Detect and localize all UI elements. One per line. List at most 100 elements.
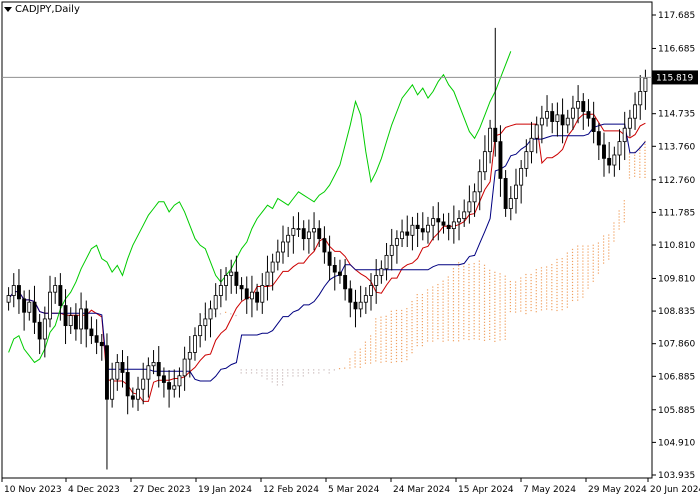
- candle-body-bear: [327, 251, 332, 266]
- cloud-dot: [540, 285, 543, 287]
- candle-body-bull: [172, 385, 177, 390]
- chart-svg[interactable]: 117.685116.685115.710114.735113.760112.7…: [0, 0, 700, 500]
- cloud-dot: [582, 278, 584, 280]
- cloud-dot: [370, 335, 372, 337]
- cloud-dot: [395, 330, 398, 333]
- cloud-dot: [406, 356, 408, 358]
- candle: [275, 239, 280, 271]
- cloud-dot: [468, 338, 470, 341]
- cloud-dot: [395, 324, 398, 327]
- cloud-dot: [623, 215, 625, 217]
- cloud-dot: [556, 279, 558, 282]
- cloud-dot: [546, 293, 548, 295]
- cloud-dot: [447, 276, 449, 278]
- cloud-dot: [452, 271, 455, 273]
- cloud-dot: [421, 312, 423, 314]
- cloud-dot: [499, 291, 501, 293]
- cloud-dot: [644, 170, 646, 172]
- candle-body-bear: [353, 301, 358, 310]
- cloud-dot: [494, 277, 496, 279]
- cloud-dot: [608, 234, 610, 236]
- cloud-dot: [442, 292, 444, 294]
- cloud-dot: [416, 339, 418, 341]
- cloud-dot: [483, 336, 486, 338]
- candle: [638, 75, 643, 120]
- cloud-dot: [473, 311, 475, 313]
- candle-body-bull: [482, 151, 487, 173]
- cloud-dot: [442, 298, 444, 300]
- cloud-dot: [385, 333, 387, 335]
- cloud-dot: [370, 356, 372, 358]
- candle: [643, 69, 648, 110]
- cloud-dot: [489, 335, 491, 337]
- cloud-dot: [623, 203, 625, 205]
- cloud-dot: [447, 285, 449, 287]
- candle: [213, 283, 218, 318]
- cloud-dot: [494, 298, 496, 300]
- dropdown-triangle-icon[interactable]: [4, 6, 12, 12]
- chart[interactable]: 117.685116.685115.710114.735113.760112.7…: [0, 0, 700, 500]
- cloud-dot: [401, 309, 403, 312]
- tenkan-line: [8, 113, 646, 402]
- cloud-dot: [447, 324, 449, 326]
- cloud-dot: [447, 312, 449, 314]
- candle: [337, 259, 342, 284]
- cloud-dot: [489, 338, 491, 340]
- cloud-dot: [489, 329, 491, 331]
- cloud-dot: [520, 304, 522, 306]
- candle: [99, 333, 104, 361]
- cloud-dot: [639, 167, 641, 169]
- candle: [208, 300, 213, 338]
- cloud-dot: [458, 283, 460, 285]
- candle: [529, 121, 534, 164]
- cloud-dot: [561, 258, 563, 260]
- cloud-dot: [359, 366, 361, 368]
- cloud-dot: [416, 345, 418, 347]
- cloud-dot: [483, 309, 486, 311]
- cloud-dot: [426, 340, 429, 342]
- cloud-dot: [250, 369, 253, 371]
- x-tick-label: 20 Jun 2024: [650, 485, 700, 495]
- cloud-dot: [468, 326, 470, 329]
- cloud-dot: [380, 334, 382, 336]
- cloud-dot: [432, 304, 434, 306]
- candle-body-bear: [332, 265, 337, 273]
- cloud-dot: [525, 273, 527, 276]
- cloud-dot: [478, 266, 480, 268]
- cloud-dot: [566, 264, 568, 266]
- cloud-dot: [426, 310, 429, 312]
- cloud-dot: [375, 339, 377, 341]
- cloud-dot: [546, 284, 548, 286]
- candle: [161, 367, 166, 398]
- candle-body-bull: [224, 275, 228, 286]
- cloud-dot: [571, 254, 574, 257]
- cloud-dot: [468, 305, 470, 308]
- cloud-dot: [592, 253, 594, 255]
- cloud-dot: [540, 282, 543, 284]
- cloud-dot: [566, 255, 568, 257]
- symbol-label[interactable]: CADJPY,Daily: [4, 4, 80, 15]
- cloud-dot: [458, 268, 460, 270]
- candle: [156, 346, 161, 388]
- cloud-dot: [452, 316, 455, 318]
- candle: [462, 199, 467, 227]
- cloud-dot: [535, 308, 537, 310]
- cloud-dot: [494, 301, 496, 303]
- cloud-dot: [535, 299, 537, 301]
- cloud-dot: [375, 348, 377, 350]
- cloud-dot: [411, 319, 413, 321]
- candle: [545, 95, 549, 127]
- cloud-dot: [349, 361, 351, 363]
- cloud-dot: [318, 369, 320, 371]
- cloud-dot: [380, 358, 382, 360]
- cloud-dot: [375, 321, 377, 323]
- cloud-dot: [639, 164, 641, 166]
- candle-body-bear: [420, 228, 425, 233]
- cloud-dot: [401, 327, 403, 330]
- cloud-dot: [582, 293, 584, 295]
- cloud-dot: [421, 327, 423, 329]
- candle-body-bull: [27, 301, 32, 313]
- cloud-dot: [473, 263, 475, 265]
- cloud-dot: [535, 284, 537, 286]
- candle-body-bull: [48, 291, 52, 320]
